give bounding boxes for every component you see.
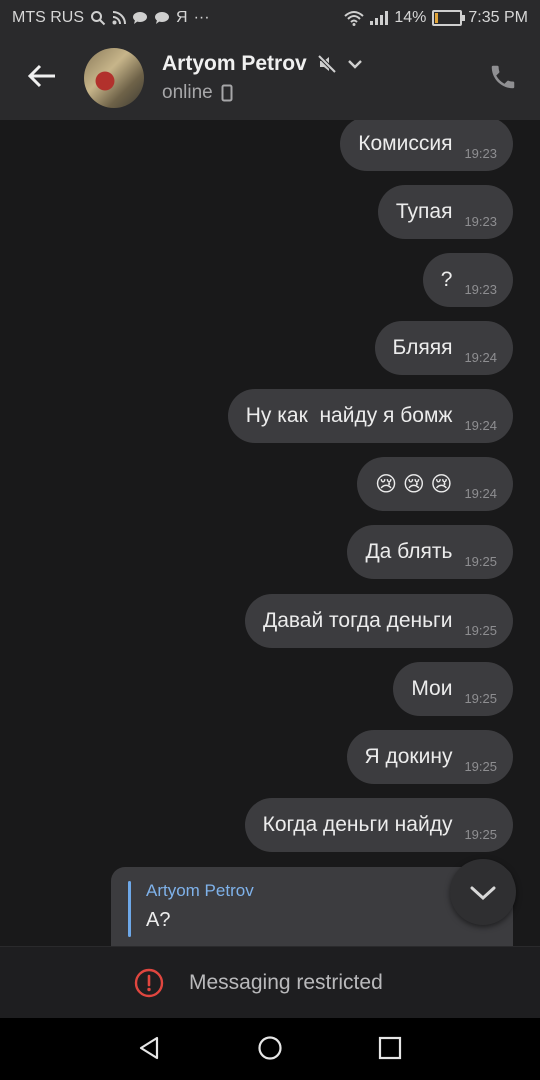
- status-time: 7:35 PM: [468, 9, 528, 26]
- message-text: 😢 😢 😢: [375, 472, 453, 496]
- contact-status-row: online: [162, 82, 233, 104]
- message-time: 19:24: [464, 349, 497, 365]
- more-notifications-label: ···: [193, 9, 210, 26]
- message-bubble[interactable]: Когда деньги найду 19:25: [244, 798, 513, 852]
- wifi-icon: [344, 11, 365, 26]
- message-text: Комиссия: [358, 132, 453, 155]
- mobile-device-icon: [221, 84, 233, 102]
- battery-fill: [435, 13, 439, 23]
- message-time: 19:25: [464, 690, 497, 706]
- message-text: ?: [440, 268, 453, 291]
- nav-back-icon[interactable]: [136, 1034, 164, 1062]
- message-text: Бляяя: [392, 336, 453, 359]
- back-arrow-icon[interactable]: [26, 60, 58, 92]
- rss-icon: [112, 11, 126, 25]
- status-bar-left: MTS RUS Я ···: [12, 9, 210, 27]
- chevron-down-icon[interactable]: [347, 56, 363, 72]
- message-bubble[interactable]: Комиссия 19:23: [340, 120, 513, 171]
- message-text: Давай тогда деньги: [262, 609, 453, 632]
- muted-icon: [317, 54, 337, 74]
- message-text: Я докину: [364, 745, 453, 768]
- contact-name-row[interactable]: Artyom Petrov: [162, 52, 363, 76]
- message-text: Мои: [411, 677, 453, 700]
- reply-quote-bar: [128, 881, 131, 937]
- message-time: 19:23: [464, 281, 497, 297]
- reply-text: А?: [146, 909, 171, 931]
- message-bubble[interactable]: Мои 19:25: [393, 662, 513, 716]
- chat-header: Artyom Petrov online: [0, 36, 540, 120]
- status-bar-right: 14% 7:35 PM: [344, 9, 528, 27]
- message-bubble[interactable]: 😢 😢 😢 19:24: [357, 457, 513, 511]
- message-bubble[interactable]: Бляяя 19:24: [374, 321, 513, 375]
- message-text: Когда деньги найду: [262, 813, 453, 836]
- phone-icon[interactable]: [488, 62, 518, 92]
- message-bubble[interactable]: Тупая 19:23: [377, 185, 513, 239]
- search-icon: [91, 11, 106, 26]
- message-bubble[interactable]: ? 19:23: [422, 253, 513, 307]
- message-bubble[interactable]: Я докину 19:25: [346, 730, 513, 784]
- scroll-down-button[interactable]: [450, 859, 516, 925]
- avatar[interactable]: [84, 48, 144, 108]
- message-time: 19:24: [464, 485, 497, 501]
- status-bar: MTS RUS Я ··· 14% 7:35 PM: [0, 0, 540, 36]
- reply-author: Artyom Petrov: [146, 881, 254, 900]
- chat-bubble-icon: [155, 12, 169, 24]
- contact-status: online: [162, 82, 213, 103]
- message-time: 19:25: [464, 826, 497, 842]
- carrier-label: MTS RUS: [12, 9, 84, 26]
- battery-percent: 14%: [394, 9, 427, 26]
- nav-recents-icon[interactable]: [376, 1034, 404, 1062]
- restricted-label: Messaging restricted: [189, 971, 383, 994]
- carrier-extra-label: Я: [176, 9, 188, 26]
- message-bubble[interactable]: Давай тогда деньги 19:25: [244, 594, 513, 648]
- message-bubble[interactable]: Да блять 19:25: [347, 525, 513, 579]
- message-time: 19:24: [464, 417, 497, 433]
- alert-circle-icon: [134, 968, 164, 998]
- message-bubble[interactable]: Ну как найду я бомж 19:24: [227, 389, 513, 443]
- message-time: 19:23: [464, 145, 497, 161]
- message-text: Да блять: [365, 540, 453, 563]
- message-time: 19:25: [464, 553, 497, 569]
- message-time: 19:23: [464, 213, 497, 229]
- message-text: Ну как найду я бомж: [245, 404, 453, 427]
- message-text: Тупая: [395, 200, 453, 223]
- message-list[interactable]: Комиссия 19:23 Тупая 19:23 ? 19:23 Бляяя…: [0, 120, 540, 946]
- nav-home-icon[interactable]: [256, 1034, 284, 1062]
- chat-bubble-icon: [133, 12, 147, 24]
- messaging-restricted-bar: Messaging restricted: [0, 946, 540, 1019]
- signal-icon: [370, 11, 389, 25]
- message-time: 19:25: [464, 622, 497, 638]
- message-time: 19:25: [464, 758, 497, 774]
- battery-icon: [432, 10, 466, 26]
- system-navigation-bar: [0, 1018, 540, 1080]
- chevron-down-icon: [470, 886, 496, 901]
- contact-name: Artyom Petrov: [162, 52, 307, 75]
